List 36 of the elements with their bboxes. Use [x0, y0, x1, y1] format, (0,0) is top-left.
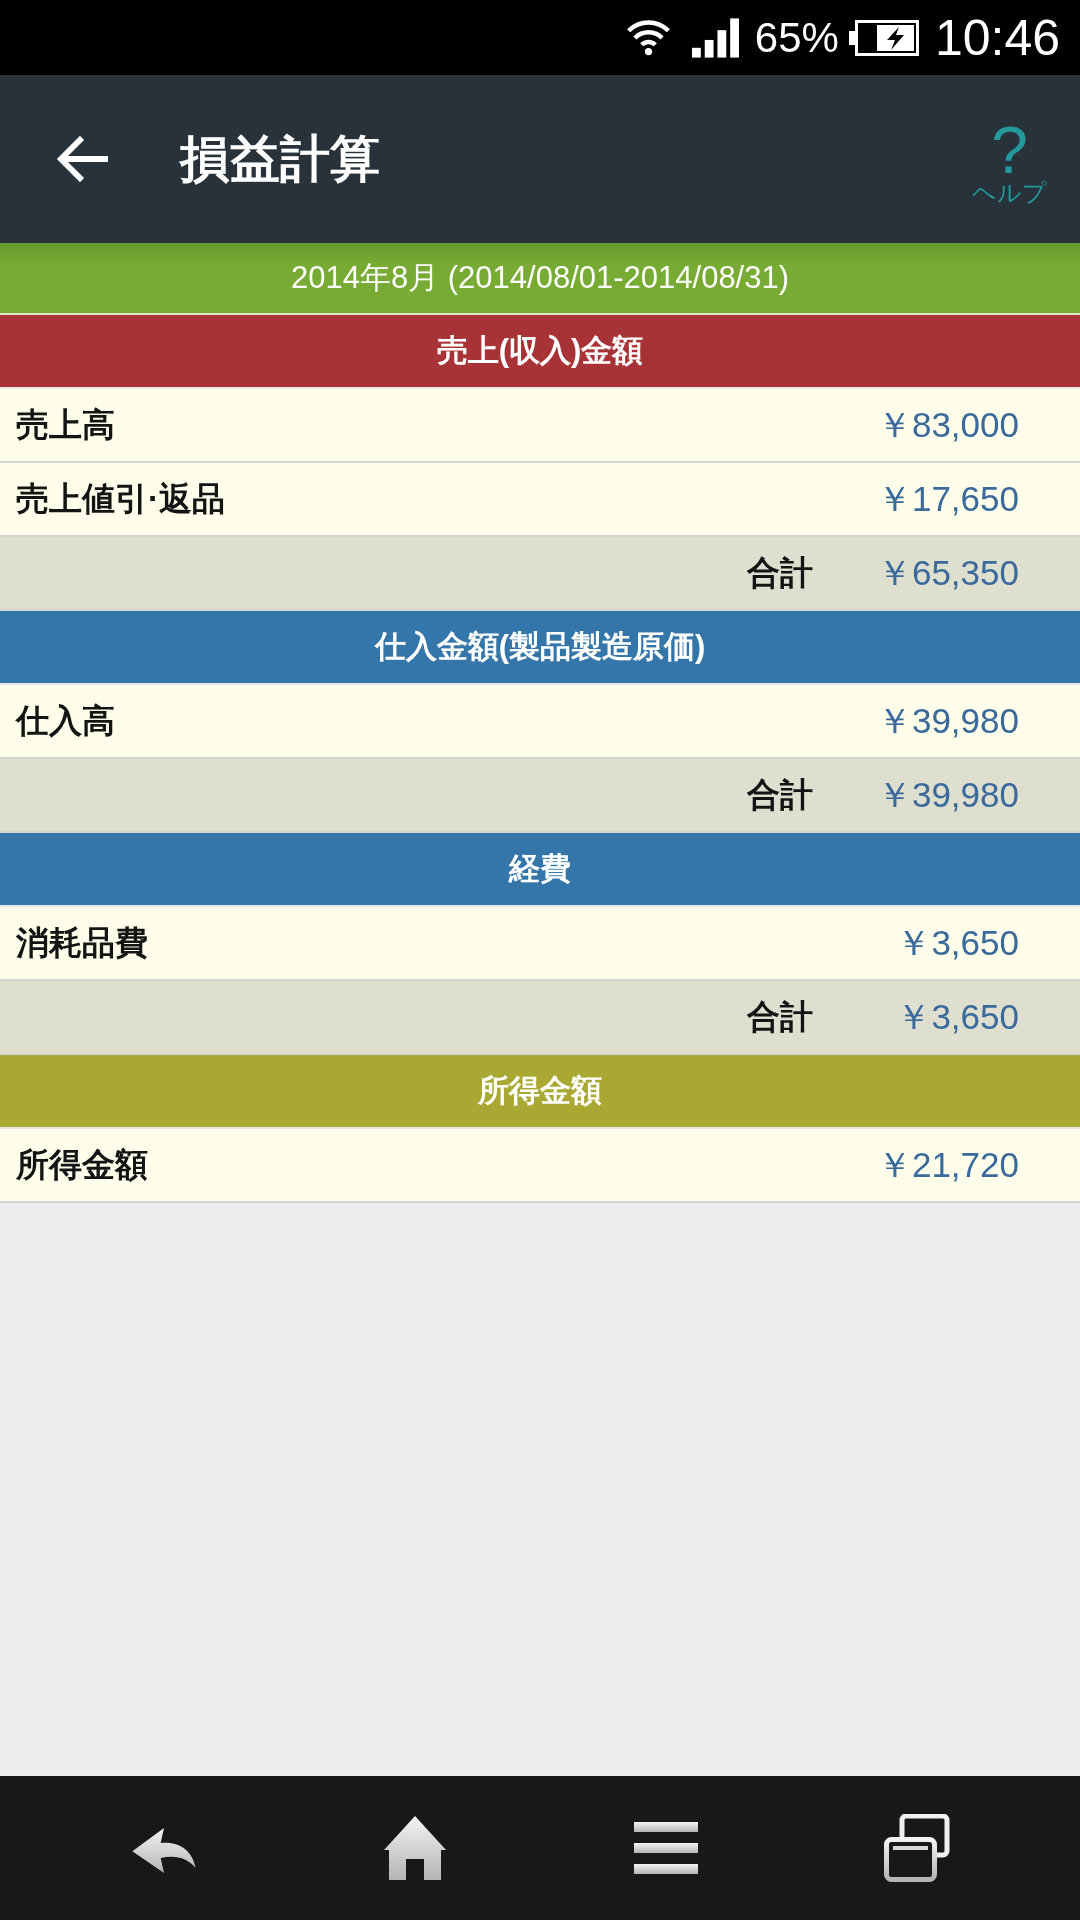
- amount-value: ￥3,650: [896, 921, 1019, 964]
- item-label: 売上高: [16, 404, 115, 445]
- item-label: 消耗品費: [16, 922, 148, 963]
- total-label: 合計: [747, 552, 813, 593]
- amount-value: ￥39,980: [876, 699, 1019, 742]
- home-button[interactable]: [383, 1816, 446, 1880]
- house-icon: [383, 1816, 446, 1880]
- section-header: 売上(収入)金額: [0, 315, 1080, 389]
- amount-value: ￥21,720: [876, 1143, 1019, 1186]
- signal-icon: [691, 17, 739, 58]
- wifi-icon: [624, 17, 672, 58]
- left-arrow-icon: [56, 135, 110, 183]
- recent-apps-button[interactable]: [883, 1814, 950, 1882]
- item-label: 仕入高: [16, 700, 115, 741]
- menu-icon: [633, 1822, 698, 1874]
- amount-value: ￥3,650: [896, 995, 1019, 1038]
- amount-value: ￥65,350: [876, 551, 1019, 594]
- section-header: 仕入金額(製品製造原価): [0, 611, 1080, 685]
- screen-title: 損益計算: [180, 129, 381, 189]
- total-label: 合計: [747, 996, 813, 1037]
- amount-value: ￥17,650: [876, 477, 1019, 520]
- section-header: 経費: [0, 833, 1080, 907]
- item-label: 所得金額: [16, 1144, 148, 1185]
- amount-value: ￥39,980: [876, 773, 1019, 816]
- help-button[interactable]: ? ヘルプ: [972, 121, 1047, 205]
- item-label: 売上値引·返品: [16, 478, 225, 519]
- battery-percent: 65%: [754, 16, 839, 59]
- charging-battery-icon: [848, 19, 919, 56]
- overlapping-windows-icon: [883, 1814, 950, 1882]
- clock-time: 10:46: [934, 12, 1060, 63]
- back-button[interactable]: [56, 135, 110, 183]
- menu-button[interactable]: [633, 1822, 698, 1874]
- section-header: 所得金額: [0, 1055, 1080, 1129]
- period-banner: 2014年8月 (2014/08/01-2014/08/31): [0, 243, 1080, 315]
- total-label: 合計: [747, 774, 813, 815]
- amount-value: ￥83,000: [876, 403, 1019, 446]
